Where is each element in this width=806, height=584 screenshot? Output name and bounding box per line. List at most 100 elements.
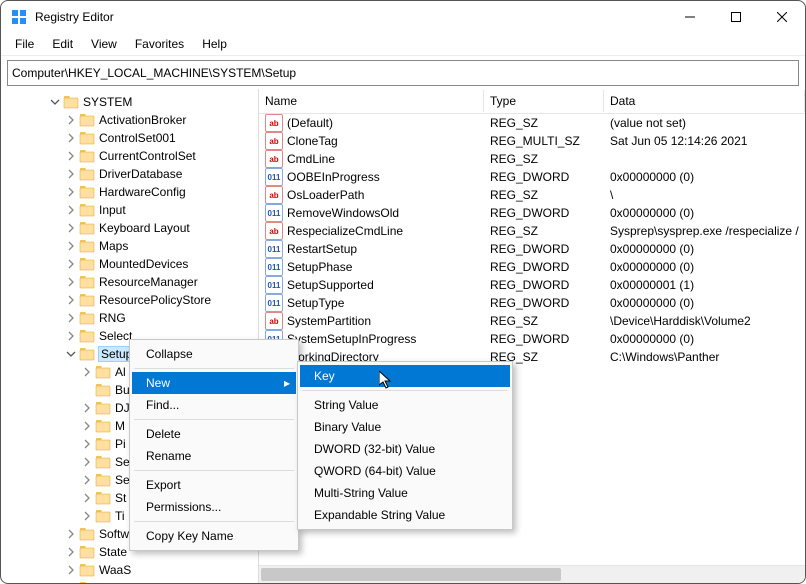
tree-item[interactable]: Input — [1, 201, 258, 219]
ctx-new-key[interactable]: Key — [300, 365, 510, 387]
scrollbar-thumb[interactable] — [261, 568, 561, 581]
list-row[interactable]: 011SetupTypeREG_DWORD0x00000000 (0) — [259, 294, 805, 312]
chevron-right-icon[interactable] — [65, 186, 77, 198]
chevron-right-icon[interactable] — [65, 528, 77, 540]
chevron-down-icon[interactable] — [65, 348, 77, 360]
chevron-right-icon[interactable] — [65, 294, 77, 306]
menu-favorites[interactable]: Favorites — [127, 35, 192, 53]
list-row[interactable]: 011SystemSetupInProgressREG_DWORD0x00000… — [259, 330, 805, 348]
list-row[interactable]: abRespecializeCmdLineREG_SZSysprep\syspr… — [259, 222, 805, 240]
tree-item-label: ResourcePolicyStore — [99, 293, 211, 307]
ctx-new[interactable]: New▸ — [132, 372, 296, 394]
chevron-right-icon[interactable] — [65, 150, 77, 162]
tree-item[interactable]: Maps — [1, 237, 258, 255]
folder-icon — [79, 581, 95, 583]
tree-item[interactable]: DriverDatabase — [1, 165, 258, 183]
chevron-right-icon[interactable] — [65, 204, 77, 216]
column-name[interactable]: Name — [259, 90, 484, 112]
tree-item[interactable]: ResourcePolicyStore — [1, 291, 258, 309]
column-type[interactable]: Type — [484, 90, 604, 112]
ctx-copy-key-name[interactable]: Copy Key Name — [132, 525, 296, 547]
ctx-new-string[interactable]: String Value — [300, 394, 510, 416]
value-name: RestartSetup — [287, 242, 357, 256]
maximize-button[interactable] — [713, 1, 759, 33]
minimize-button[interactable] — [667, 1, 713, 33]
column-data[interactable]: Data — [604, 90, 805, 112]
chevron-right-icon[interactable] — [65, 114, 77, 126]
list-row[interactable]: 011OOBEInProgressREG_DWORD0x00000000 (0) — [259, 168, 805, 186]
horizontal-scrollbar[interactable] — [259, 565, 805, 583]
list-row[interactable]: ab(Default)REG_SZ(value not set) — [259, 114, 805, 132]
list-row[interactable]: 011RemoveWindowsOldREG_DWORD0x00000000 (… — [259, 204, 805, 222]
tree-item[interactable]: CurrentControlSet — [1, 147, 258, 165]
folder-icon — [95, 437, 111, 451]
ctx-export[interactable]: Export — [132, 474, 296, 496]
chevron-right-icon[interactable] — [81, 384, 93, 396]
folder-icon — [95, 401, 111, 415]
ctx-find[interactable]: Find... — [132, 394, 296, 416]
chevron-right-icon[interactable] — [81, 474, 93, 486]
chevron-right-icon[interactable] — [81, 438, 93, 450]
tree-item[interactable]: HardwareConfig — [1, 183, 258, 201]
folder-icon — [79, 257, 95, 271]
menu-view[interactable]: View — [83, 35, 125, 53]
tree-item[interactable]: ActivationBroker — [1, 111, 258, 129]
ctx-permissions[interactable]: Permissions... — [132, 496, 296, 518]
tree-item[interactable]: Keyboard Layout — [1, 219, 258, 237]
value-name: RemoveWindowsOld — [287, 206, 399, 220]
ctx-new-binary[interactable]: Binary Value — [300, 416, 510, 438]
chevron-right-icon[interactable] — [65, 276, 77, 288]
chevron-right-icon[interactable] — [81, 456, 93, 468]
list-row[interactable]: abSystemPartitionREG_SZ\Device\Harddisk\… — [259, 312, 805, 330]
menu-file[interactable]: File — [7, 35, 42, 53]
chevron-right-icon[interactable] — [65, 312, 77, 324]
binary-value-icon: 011 — [265, 204, 283, 222]
menu-help[interactable]: Help — [194, 35, 235, 53]
chevron-right-icon[interactable] — [81, 366, 93, 378]
tree-item[interactable]: MountedDevices — [1, 255, 258, 273]
value-type: REG_SZ — [484, 224, 604, 238]
menu-edit[interactable]: Edit — [44, 35, 81, 53]
chevron-right-icon[interactable] — [65, 168, 77, 180]
close-button[interactable] — [759, 1, 805, 33]
tree-item[interactable]: ControlSet001 — [1, 129, 258, 147]
folder-icon — [79, 293, 95, 307]
ctx-rename[interactable]: Rename — [132, 445, 296, 467]
chevron-right-icon[interactable] — [65, 564, 77, 576]
chevron-right-icon[interactable] — [81, 492, 93, 504]
tree-item[interactable]: RNG — [1, 309, 258, 327]
ctx-new-multistring[interactable]: Multi-String Value — [300, 482, 510, 504]
chevron-down-icon[interactable] — [49, 96, 61, 108]
chevron-right-icon[interactable] — [65, 132, 77, 144]
binary-value-icon: 011 — [265, 294, 283, 312]
chevron-right-icon[interactable] — [81, 510, 93, 522]
list-row[interactable]: 011RestartSetupREG_DWORD0x00000000 (0) — [259, 240, 805, 258]
tree-item[interactable]: WaaS — [1, 561, 258, 579]
chevron-right-icon[interactable] — [81, 402, 93, 414]
tree-item[interactable]: ResourceManager — [1, 273, 258, 291]
tree-item[interactable]: SYSTEM — [1, 93, 258, 111]
list-row[interactable]: abCloneTagREG_MULTI_SZSat Jun 05 12:14:2… — [259, 132, 805, 150]
folder-icon — [95, 491, 111, 505]
list-row[interactable]: abOsLoaderPathREG_SZ\ — [259, 186, 805, 204]
chevron-right-icon[interactable] — [65, 222, 77, 234]
ctx-delete[interactable]: Delete — [132, 423, 296, 445]
chevron-right-icon[interactable] — [65, 240, 77, 252]
ctx-new-dword[interactable]: DWORD (32-bit) Value — [300, 438, 510, 460]
chevron-right-icon[interactable] — [65, 546, 77, 558]
ctx-new-expandstring[interactable]: Expandable String Value — [300, 504, 510, 526]
value-name: SystemSetupInProgress — [287, 332, 416, 346]
chevron-right-icon[interactable] — [65, 258, 77, 270]
tree-item[interactable]: WPA — [1, 579, 258, 583]
list-row[interactable]: abCmdLineREG_SZ — [259, 150, 805, 168]
ctx-collapse[interactable]: Collapse — [132, 343, 296, 365]
list-row[interactable]: 011SetupPhaseREG_DWORD0x00000000 (0) — [259, 258, 805, 276]
ctx-new-qword[interactable]: QWORD (64-bit) Value — [300, 460, 510, 482]
chevron-right-icon[interactable] — [65, 330, 77, 342]
folder-icon — [95, 473, 111, 487]
address-bar[interactable]: Computer\HKEY_LOCAL_MACHINE\SYSTEM\Setup — [7, 60, 799, 86]
list-row[interactable]: 011SetupSupportedREG_DWORD0x00000001 (1) — [259, 276, 805, 294]
chevron-right-icon[interactable] — [65, 582, 77, 583]
tree-item-label: State — [99, 545, 127, 559]
chevron-right-icon[interactable] — [81, 420, 93, 432]
